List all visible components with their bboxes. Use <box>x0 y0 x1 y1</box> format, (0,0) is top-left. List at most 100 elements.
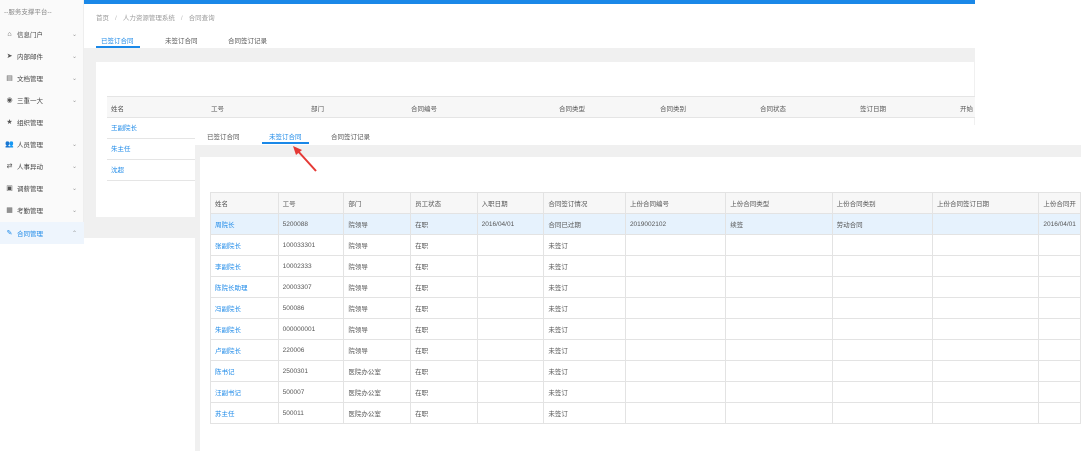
back-col-contract-no: 合同编号 <box>411 106 437 113</box>
employee-name-link[interactable]: 苏主任 <box>210 402 279 424</box>
back-tab-records[interactable]: 合同签订记录 <box>228 35 267 45</box>
platform-title: --服务支撑平台-- <box>4 9 52 16</box>
table-row[interactable]: 汪副书记 500007 医院办公室 在职 未签订 <box>210 381 1081 403</box>
table-cell <box>624 255 727 277</box>
table-cell: 院领导 <box>343 213 412 235</box>
employee-name-link[interactable]: 陈院长助理 <box>210 276 279 298</box>
employee-name-link[interactable]: 冯副院长 <box>210 297 279 319</box>
tab-records[interactable]: 合同签订记录 <box>331 131 370 141</box>
column-header: 上份合同签订日期 <box>931 192 1040 214</box>
tab-signed[interactable]: 已签订合同 <box>207 131 240 141</box>
table-cell: 未签订 <box>543 318 626 340</box>
table-cell: 500086 <box>277 297 345 319</box>
table-cell: 2500301 <box>277 360 345 382</box>
sidebar-item-label: 合同管理 <box>17 231 43 238</box>
sidebar-item-label: 文档管理 <box>17 76 43 83</box>
sidebar-item[interactable]: ⌂ 信息门户 ⌄ <box>0 23 84 45</box>
sidebar-item[interactable]: 👥 人员管理 ⌄ <box>0 133 84 155</box>
sidebar-item[interactable]: ✎ 合同管理 ⌃ <box>0 222 84 244</box>
sidebar-item[interactable]: ◉ 三重一大 ⌄ <box>0 89 84 111</box>
table-cell: 在职 <box>410 402 478 424</box>
table-cell: 院领导 <box>343 339 412 361</box>
employee-name-link[interactable]: 陈书记 <box>210 360 279 382</box>
table-cell <box>476 255 545 277</box>
table-cell: 医院办公室 <box>343 360 412 382</box>
table-cell: 院领导 <box>343 255 412 277</box>
back-row-link[interactable]: 沈超 <box>107 160 195 181</box>
back-tab-signed[interactable]: 已签订合同 <box>101 35 134 45</box>
column-header: 姓名 <box>210 192 279 214</box>
table-cell: 500011 <box>277 402 345 424</box>
breadcrumb-home[interactable]: 首页 <box>96 15 109 22</box>
star-icon: ★ <box>6 119 13 126</box>
table-row[interactable]: 周院长 5200088 院领导 在职 2016/04/01 合同已过期 2019002102… <box>210 213 1081 235</box>
breadcrumb-system[interactable]: 人力资源管理系统 <box>123 15 175 22</box>
sidebar-item[interactable]: ▦ 考勤管理 ⌄ <box>0 199 84 221</box>
table-header-row: 姓名 工号 部门 员工状态 入职日期 合同签订情况 上份合同编号 上份合同类型 上份合同类别 上份… <box>210 192 1081 214</box>
employee-name-link[interactable]: 张副院长 <box>210 234 279 256</box>
employee-name-link[interactable]: 朱副院长 <box>210 318 279 340</box>
table-cell: 220006 <box>277 339 345 361</box>
table-cell: 2016/04/01 <box>476 213 545 235</box>
tab-unsigned[interactable]: 未签订合同 <box>269 131 302 141</box>
table-cell <box>624 297 727 319</box>
back-col-contract-type: 合同类型 <box>559 106 585 113</box>
table-cell <box>931 213 1040 235</box>
table-row[interactable]: 苏主任 500011 医院办公室 在职 未签订 <box>210 402 1081 424</box>
table-cell <box>1038 381 1081 403</box>
table-cell: 2019002102 <box>624 213 727 235</box>
chevron-down-icon: ⌄ <box>71 31 77 38</box>
sidebar-item[interactable]: ⇄ 人事异动 ⌄ <box>0 155 84 177</box>
table-cell: 未签订 <box>543 339 626 361</box>
table-cell: 在职 <box>410 276 478 298</box>
document-icon: ▤ <box>6 75 13 82</box>
employee-name-link[interactable]: 李副院长 <box>210 255 279 277</box>
column-header: 上份合同类别 <box>831 192 933 214</box>
table-cell <box>624 234 727 256</box>
table-cell: 未签订 <box>543 402 626 424</box>
table-cell <box>624 381 727 403</box>
back-table-header: 姓名 工号 部门 合同编号 合同类型 合同类别 合同状态 签订日期 开始 <box>107 96 975 118</box>
breadcrumb-current: 合同查询 <box>188 15 215 22</box>
chevron-down-icon: ⌄ <box>71 97 77 104</box>
table-row[interactable]: 陈书记 2500301 医院办公室 在职 未签订 <box>210 360 1081 382</box>
table-cell <box>725 276 833 298</box>
sidebar-item[interactable]: ★ 组织管理 <box>0 111 84 133</box>
table-cell <box>931 381 1040 403</box>
table-row[interactable]: 冯副院长 500086 院领导 在职 未签订 <box>210 297 1081 319</box>
employee-name-link[interactable]: 卢副院长 <box>210 339 279 361</box>
table-cell <box>725 339 833 361</box>
sidebar-item-label: 三重一大 <box>17 98 43 105</box>
table-cell <box>831 297 933 319</box>
table-cell: 100033301 <box>277 234 345 256</box>
table-cell: 20003307 <box>277 276 345 298</box>
table-row[interactable]: 李副院长 10002333 院领导 在职 未签订 <box>210 255 1081 277</box>
sidebar-item[interactable]: ➤ 内部邮件 ⌄ <box>0 45 84 67</box>
table-cell <box>476 360 545 382</box>
table-cell: 未签订 <box>543 276 626 298</box>
sidebar-item[interactable]: ▣ 调薪管理 ⌄ <box>0 177 84 199</box>
table-cell <box>1038 339 1081 361</box>
table-cell: 未签订 <box>543 297 626 319</box>
employee-name-link[interactable]: 周院长 <box>210 213 279 235</box>
table-cell: 000000001 <box>277 318 345 340</box>
table-cell <box>1038 297 1081 319</box>
employee-name-link[interactable]: 汪副书记 <box>210 381 279 403</box>
table-cell <box>476 318 545 340</box>
table-cell <box>624 318 727 340</box>
table-row[interactable]: 陈院长助理 20003307 院领导 在职 未签订 <box>210 276 1081 298</box>
table-row[interactable]: 朱副院长 000000001 院领导 在职 未签订 <box>210 318 1081 340</box>
table-row[interactable]: 卢副院长 220006 院领导 在职 未签订 <box>210 339 1081 361</box>
table-cell <box>931 234 1040 256</box>
back-tab-unsigned[interactable]: 未签订合同 <box>165 35 198 45</box>
back-row-link[interactable]: 朱主任 <box>107 139 195 160</box>
table-row[interactable]: 张副院长 100033301 院领导 在职 未签订 <box>210 234 1081 256</box>
back-col-sign-date: 签订日期 <box>860 106 886 113</box>
table-cell: 院领导 <box>343 297 412 319</box>
sidebar-item-label: 人事异动 <box>17 164 43 171</box>
sidebar-item[interactable]: ▤ 文档管理 ⌄ <box>0 67 84 89</box>
table-cell <box>931 276 1040 298</box>
send-icon: ➤ <box>6 53 13 60</box>
back-row-link[interactable]: 王副院长 <box>107 118 195 139</box>
breadcrumb: 首页 / 人力资源管理系统 / 合同查询 <box>96 15 215 22</box>
